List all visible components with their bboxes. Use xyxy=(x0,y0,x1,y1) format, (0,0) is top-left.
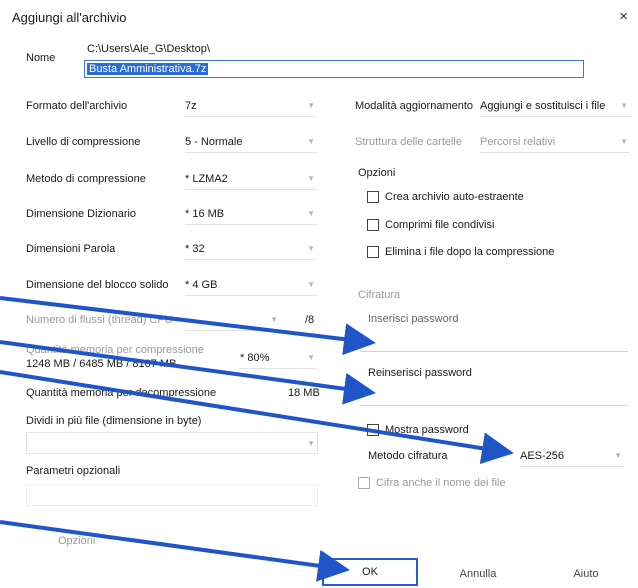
paths-label: Struttura delle cartelle xyxy=(355,136,462,148)
password-input[interactable] xyxy=(360,330,628,352)
update-value: Aggiungi e sostituisci i file xyxy=(480,99,606,112)
chevron-down-icon: ▼ xyxy=(307,353,315,362)
params-input[interactable] xyxy=(26,484,318,506)
checkbox-box xyxy=(367,424,379,436)
sfx-checkbox[interactable]: Crea archivio auto-estraente xyxy=(367,191,524,203)
options-button[interactable]: Opzioni xyxy=(58,535,95,547)
dict-value: * 16 MB xyxy=(185,207,225,220)
shared-label: Comprimi file condivisi xyxy=(385,219,495,231)
name-label: Nome xyxy=(26,52,56,64)
threads-select[interactable]: ▼ xyxy=(185,309,280,331)
level-select[interactable]: 5 - Normale ▼ xyxy=(185,131,317,153)
chevron-down-icon: ▼ xyxy=(307,438,315,448)
checkbox-box xyxy=(367,246,379,258)
mem-decomp-value: 18 MB xyxy=(288,387,320,399)
mem-decomp-label: Quantità memoria per decompressione xyxy=(26,387,217,399)
enc-method-select[interactable]: AES-256 ▼ xyxy=(520,445,624,467)
format-value: 7z xyxy=(185,99,197,112)
paths-select[interactable]: Percorsi relativi ▼ xyxy=(480,131,630,153)
dict-label: Dimensione Dizionario xyxy=(26,208,137,220)
chevron-down-icon: ▼ xyxy=(307,209,315,218)
show-password-label: Mostra password xyxy=(385,424,469,436)
shared-checkbox[interactable]: Comprimi file condivisi xyxy=(367,219,494,231)
word-select[interactable]: * 32 ▼ xyxy=(185,238,317,260)
checkbox-box xyxy=(358,477,370,489)
method-select[interactable]: * LZMA2 ▼ xyxy=(185,168,317,190)
chevron-down-icon: ▼ xyxy=(307,174,315,183)
delete-checkbox[interactable]: Elimina i file dopo la compressione xyxy=(367,246,554,258)
solid-value: * 4 GB xyxy=(185,278,218,291)
format-select[interactable]: 7z ▼ xyxy=(185,95,317,117)
password-label: Inserisci password xyxy=(368,313,459,325)
chevron-down-icon: ▼ xyxy=(620,101,628,110)
chevron-down-icon: ▼ xyxy=(307,280,315,289)
mem-comp-detail: 1248 MB / 6485 MB / 8107 MB xyxy=(26,358,177,370)
method-label: Metodo di compressione xyxy=(26,173,146,185)
split-select[interactable]: ▼ xyxy=(26,432,318,454)
threads-label: Numero di flussi (thread) CPU xyxy=(26,314,173,326)
enc-method-label: Metodo cifratura xyxy=(368,450,448,462)
encrypt-names-checkbox[interactable]: Cifra anche il nome dei file xyxy=(358,477,506,489)
archive-name-value: Busta Amministrativa.7z xyxy=(87,63,209,75)
solid-label: Dimensione del blocco solido xyxy=(26,279,169,291)
update-label: Modalità aggiornamento xyxy=(355,100,474,112)
chevron-down-icon: ▼ xyxy=(270,315,278,324)
show-password-checkbox[interactable]: Mostra password xyxy=(367,424,469,436)
paths-value: Percorsi relativi xyxy=(480,135,556,148)
dialog-title: Aggiungi all'archivio xyxy=(12,10,127,25)
delete-label: Elimina i file dopo la compressione xyxy=(385,246,555,258)
checkbox-box xyxy=(367,219,379,231)
dict-select[interactable]: * 16 MB ▼ xyxy=(185,203,317,225)
arrow-to-ok xyxy=(0,520,350,582)
mem-comp-value: * 80% xyxy=(240,351,270,364)
word-label: Dimensioni Parola xyxy=(26,243,116,255)
chevron-down-icon: ▼ xyxy=(307,244,315,253)
close-icon[interactable]: × xyxy=(619,8,628,25)
params-label: Parametri opzionali xyxy=(26,465,121,477)
encrypt-names-label: Cifra anche il nome dei file xyxy=(376,477,506,489)
checkbox-box xyxy=(367,191,379,203)
mem-comp-select[interactable]: * 80% ▼ xyxy=(240,347,317,369)
solid-select[interactable]: * 4 GB ▼ xyxy=(185,274,317,296)
level-value: 5 - Normale xyxy=(185,135,243,148)
sfx-label: Crea archivio auto-estraente xyxy=(385,191,524,203)
cancel-button[interactable]: Annulla xyxy=(430,560,526,588)
archive-name-input[interactable]: Busta Amministrativa.7z xyxy=(84,60,584,78)
level-label: Livello di compressione xyxy=(26,136,141,148)
chevron-down-icon: ▼ xyxy=(307,101,315,110)
encryption-title: Cifratura xyxy=(358,289,401,301)
repassword-label: Reinserisci password xyxy=(368,367,472,379)
format-label: Formato dell'archivio xyxy=(26,100,128,112)
update-select[interactable]: Aggiungi e sostituisci i file ▼ xyxy=(480,95,630,117)
enc-method-value: AES-256 xyxy=(520,449,565,462)
archive-path: C:\Users\Ale_G\Desktop\ xyxy=(87,43,210,55)
split-label: Dividi in più file (dimensione in byte) xyxy=(26,415,202,427)
threads-total: /8 xyxy=(305,314,315,326)
repassword-input[interactable] xyxy=(360,384,628,406)
chevron-down-icon: ▼ xyxy=(620,137,628,146)
options-title: Opzioni xyxy=(358,167,396,179)
chevron-down-icon: ▼ xyxy=(614,451,622,460)
word-value: * 32 xyxy=(185,242,205,255)
mem-comp-label: Quantità memoria per compressione xyxy=(26,344,204,356)
chevron-down-icon: ▼ xyxy=(307,137,315,146)
help-button[interactable]: Aiuto xyxy=(538,560,634,588)
method-value: * LZMA2 xyxy=(185,172,228,185)
